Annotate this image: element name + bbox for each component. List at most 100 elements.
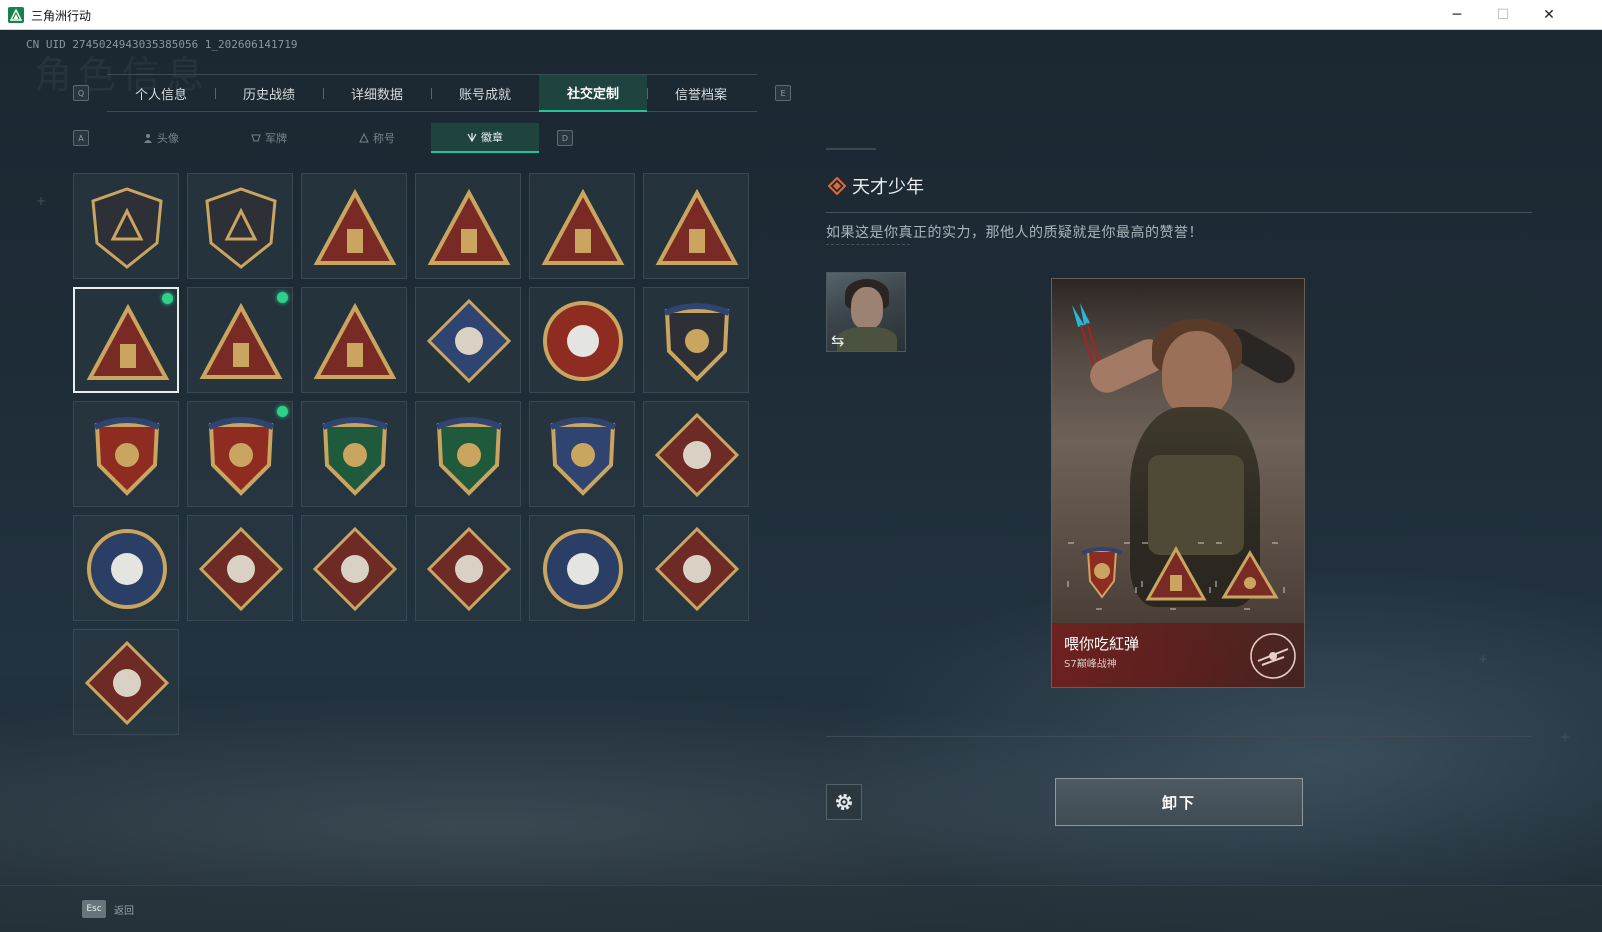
subtab-emblem[interactable]: 徽章 [431,123,539,153]
decor-ticks [826,148,876,150]
dragon-diamond-2-badge-icon [312,526,398,612]
badge-cell[interactable] [73,173,179,279]
unequip-button[interactable]: 卸下 [1055,778,1303,826]
horse-diamond-badge-icon [654,526,740,612]
badge-cell[interactable] [73,287,179,393]
divider [826,212,1532,213]
badge-cell[interactable] [415,401,521,507]
badge-detail-title: 天才少年 [852,177,924,198]
badge-cell[interactable] [529,287,635,393]
subtab-avatar[interactable]: 头像 [107,123,215,153]
badge-cell[interactable] [643,515,749,621]
helicopter-badge-icon [205,187,277,269]
badge-cell[interactable] [529,173,635,279]
tab-detailed-stats[interactable]: 详细数据 [323,75,431,112]
app-logo-icon [8,7,24,23]
tab-achievements[interactable]: 账号成就 [431,75,539,112]
tab-next-key-hint[interactable]: E [775,85,791,101]
badge-cell[interactable] [643,173,749,279]
footer-bar: Esc 返回 [0,885,1602,932]
hands-triangle-badge-icon [199,302,283,379]
subtab-avatar-label: 头像 [157,132,179,145]
badge-cell[interactable] [187,287,293,393]
maximize-button[interactable]: ☐ [1480,0,1526,30]
badge-cell[interactable] [73,401,179,507]
settings-button[interactable] [826,784,862,820]
badge-cell[interactable] [73,515,179,621]
badge-cell[interactable] [415,287,521,393]
rose-diamond-badge-icon [426,298,512,384]
badge-cell[interactable] [643,287,749,393]
gem-shield-badge-icon [207,417,275,496]
star-medal-badge-icon [543,301,623,381]
decor-cross-icon: + [36,194,47,208]
badge-cell[interactable] [415,173,521,279]
wolf-round-badge-icon [543,529,623,609]
close-button[interactable]: ✕ [1526,0,1572,30]
flare-diamond-badge-icon [84,640,170,726]
badge-cell[interactable] [529,515,635,621]
delta-shield-badge-icon [91,187,163,269]
badge-cell[interactable] [301,515,407,621]
usb-triangle-badge-icon [86,303,170,380]
main-tab-bar: 个人信息 历史战绩 详细数据 账号成就 社交定制 信誉档案 [107,74,757,112]
dragon-diamond-badge-icon [198,526,284,612]
badge-cell[interactable] [301,173,407,279]
player-uid: CN UID 2745024943035385056 1_20260614171… [26,38,298,51]
card-figure-head [1162,331,1232,417]
subtab-dogtag-label: 军牌 [265,132,287,145]
tab-match-history[interactable]: 历史战绩 [215,75,323,112]
badge-cell[interactable] [73,629,179,735]
s9-season-badge-icon [541,188,625,265]
decor-ticks [826,244,910,247]
laurel-shield-badge-icon [93,417,161,496]
badge-cell[interactable] [187,173,293,279]
window-title: 三角洲行动 [31,9,92,23]
game-viewport: 角色信息 CN UID 2745024943035385056 1_202606… [0,30,1602,932]
badge-cell[interactable] [529,401,635,507]
avatar-face [851,287,883,329]
subtab-dogtag[interactable]: 军牌 [215,123,323,153]
subtab-next-key-hint[interactable]: D [557,130,573,146]
badge-cell[interactable] [301,401,407,507]
equipped-badge-slot-1 [1067,542,1137,610]
s8-season-badge-icon [427,188,511,265]
crosshair-gold-shield-badge-icon [549,417,617,496]
equipped-badges [1067,542,1285,610]
tab-personal-info[interactable]: 个人信息 [107,75,215,112]
runner-diamond-badge-icon [426,526,512,612]
badge-diamond-icon [828,177,846,195]
badge-cell[interactable] [187,515,293,621]
tab-social-customization[interactable]: 社交定制 [539,75,647,112]
back-label[interactable]: 返回 [114,902,134,917]
subtab-title[interactable]: 称号 [323,123,431,153]
sniper-green-shield-badge-icon [435,417,503,496]
operator-avatar-swap[interactable]: ⇆ [826,272,906,352]
new-indicator-dot [277,406,288,417]
tab-reputation[interactable]: 信誉档案 [647,75,755,112]
subtab-prev-key-hint[interactable]: A [73,130,89,146]
eagle-round-badge-icon [87,529,167,609]
badge-cell[interactable] [415,515,521,621]
sub-tab-bar: 头像 军牌 称号 徽章 [107,123,541,153]
decor-cross-icon: + [1478,652,1489,666]
card-player-name: 喂你吃紅弹 [1064,635,1140,653]
window-titlebar: 三角洲行动 ─ ☐ ✕ [0,0,1602,30]
tab-prev-key-hint[interactable]: Q [73,85,89,101]
avatar-body [837,327,897,351]
esc-key-hint[interactable]: Esc [82,900,106,918]
minimize-button[interactable]: ─ [1434,0,1480,30]
subtab-title-label: 称号 [373,132,395,145]
s7-season-badge-icon [313,188,397,265]
badge-cell[interactable] [187,401,293,507]
wolf-diamond-badge-icon [654,412,740,498]
equipped-badge-slot-2 [1141,542,1211,610]
gear-icon [836,794,852,810]
card-emblem-icon [1250,633,1296,679]
decor-cross-icon: + [1560,730,1571,744]
badge-cell[interactable] [643,401,749,507]
subtab-emblem-label: 徽章 [481,131,503,144]
badge-cell[interactable] [301,287,407,393]
squad-triangle-badge-icon [313,302,397,379]
divider [826,736,1532,737]
